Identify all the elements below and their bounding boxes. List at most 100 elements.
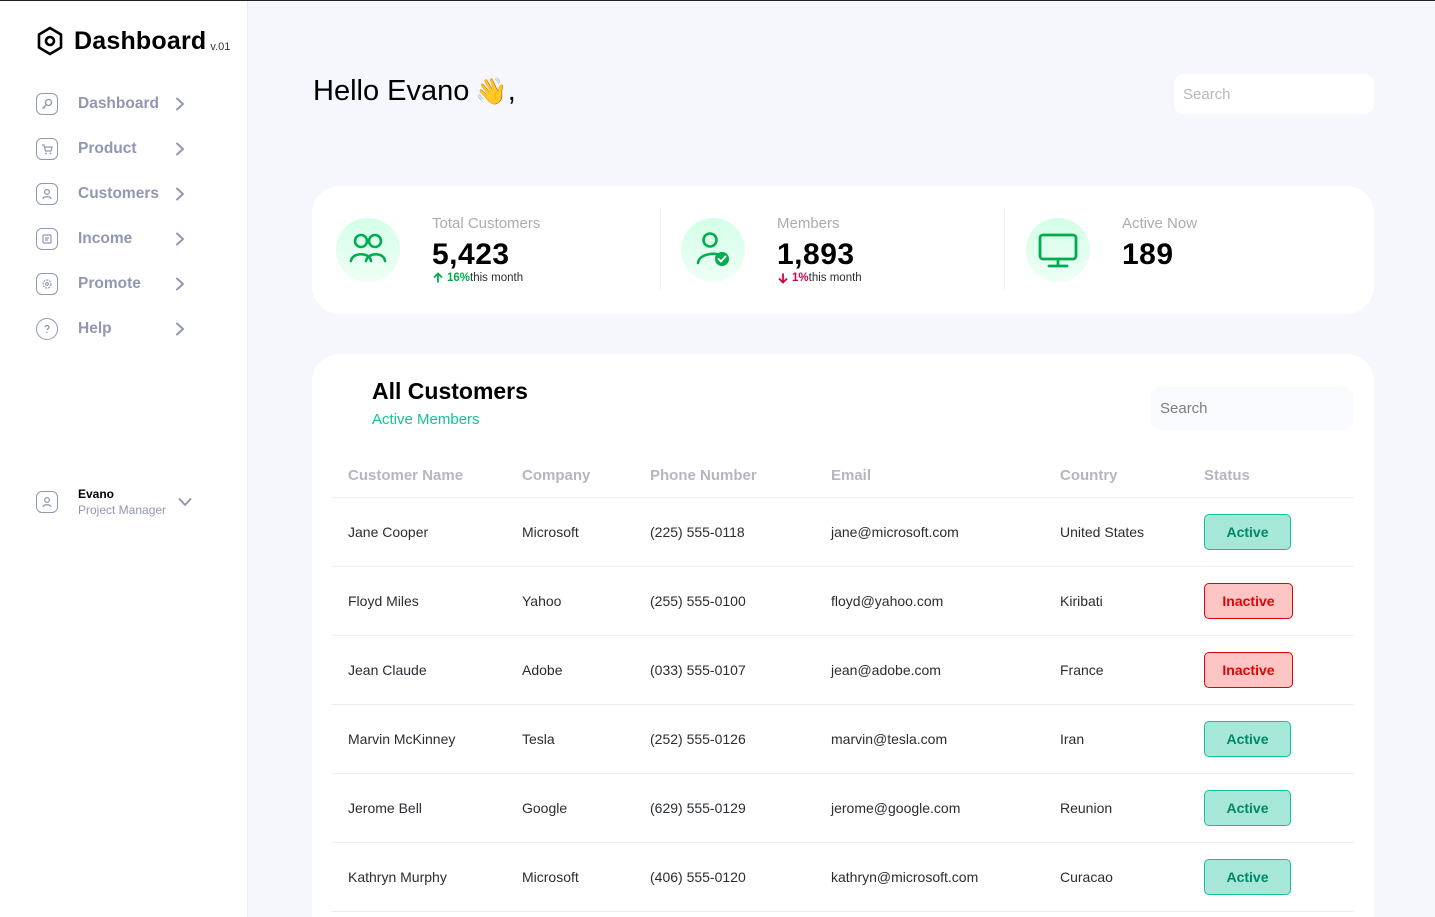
profile-text: Evano Project Manager: [78, 487, 174, 517]
page-greeting: Hello Evano 👋 ,: [313, 75, 516, 108]
column-header[interactable]: Country: [1060, 467, 1204, 484]
column-header[interactable]: Email: [831, 467, 1060, 484]
table-row[interactable]: Floyd Miles Yahoo (255) 555-0100 floyd@y…: [332, 567, 1354, 636]
cell-company: Microsoft: [522, 869, 579, 885]
sidebar: Dashboard v.01 Dashboard Product Custome…: [0, 1, 248, 917]
table-row[interactable]: Jean Claude Adobe (033) 555-0107 jean@ad…: [332, 636, 1354, 705]
stat-delta: 16% this month: [432, 272, 523, 284]
table-row[interactable]: Jerome Bell Google (629) 555-0129 jerome…: [332, 774, 1354, 843]
delta-suffix: this month: [808, 272, 862, 284]
table-header: Customer Name Company Phone Number Email…: [332, 453, 1354, 498]
cell-status: Active: [1204, 514, 1334, 550]
user-profile[interactable]: Evano Project Manager: [36, 487, 196, 517]
cell-email: jerome@google.com: [831, 800, 961, 816]
sidebar-nav: Dashboard Product Customers Income Promo…: [36, 81, 206, 351]
stat-active-now: Active Now 189: [1002, 186, 1347, 314]
cell-company: Yahoo: [522, 593, 562, 609]
brand-version: v.01: [210, 41, 231, 53]
sidebar-item-promote[interactable]: Promote: [36, 261, 206, 306]
status-badge[interactable]: Active: [1204, 721, 1291, 757]
cell-company: Microsoft: [522, 524, 579, 540]
cell-company: Google: [522, 800, 568, 816]
help-icon: [36, 317, 58, 340]
table-row[interactable]: Jane Cooper Microsoft (225) 555-0118 jan…: [332, 498, 1354, 567]
user-check-icon: [681, 218, 745, 282]
stat-value: 189: [1122, 238, 1174, 271]
cell-country: Curacao: [1060, 869, 1113, 885]
sidebar-item-help[interactable]: Help: [36, 306, 206, 351]
column-header[interactable]: Phone Number: [650, 467, 831, 484]
profile-name: Evano: [78, 487, 115, 501]
cell-country: Reunion: [1060, 800, 1113, 816]
cell-phone: (629) 555-0129: [650, 800, 746, 816]
cell-phone: (033) 555-0107: [650, 662, 746, 678]
users-icon: [336, 218, 400, 282]
cell-status: Inactive: [1204, 652, 1334, 688]
cell-name: Marvin McKinney: [348, 731, 456, 747]
chevron-down-icon[interactable]: [178, 497, 192, 507]
header-search-input[interactable]: Search: [1174, 74, 1374, 114]
cell-phone: (406) 555-0120: [650, 869, 746, 885]
cell-name: Kathryn Murphy: [348, 869, 447, 885]
stat-delta: 1% this month: [777, 272, 862, 284]
stat-label: Active Now: [1122, 215, 1198, 232]
monitor-icon: [1026, 218, 1090, 282]
sidebar-item-dashboard[interactable]: Dashboard: [36, 81, 206, 126]
cell-company: Adobe: [522, 662, 563, 678]
cell-country: France: [1060, 662, 1104, 678]
sidebar-item-label: Customers: [78, 184, 159, 202]
column-header[interactable]: Customer Name: [332, 467, 522, 484]
cell-country: United States: [1060, 524, 1145, 540]
cell-phone: (252) 555-0126: [650, 731, 746, 747]
cell-email: floyd@yahoo.com: [831, 593, 944, 609]
cell-email: kathryn@microsoft.com: [831, 869, 979, 885]
status-badge[interactable]: Inactive: [1204, 583, 1293, 619]
stat-members: Members 1,893 1% this month: [657, 186, 1002, 314]
chevron-right-icon: [176, 187, 184, 200]
stat-value: 5,423: [432, 238, 510, 271]
chevron-right-icon: [176, 97, 184, 110]
delta-value: 1%: [792, 272, 809, 284]
sidebar-item-label: Product: [78, 139, 137, 157]
table-row[interactable]: Marvin McKinney Tesla (252) 555-0126 mar…: [332, 705, 1354, 774]
chevron-right-icon: [176, 322, 184, 335]
stats-card: Total Customers 5,423 16% this month Mem…: [312, 186, 1374, 314]
stat-value: 1,893: [777, 238, 855, 271]
arrow-down-icon: [778, 273, 788, 284]
customers-search-input[interactable]: Search: [1150, 387, 1354, 430]
status-badge[interactable]: Active: [1204, 514, 1291, 550]
hexagon-logo-icon: [37, 26, 63, 56]
cell-name: Floyd Miles: [348, 593, 419, 609]
cell-email: jane@microsoft.com: [831, 524, 959, 540]
chevron-right-icon: [176, 277, 184, 290]
brand[interactable]: Dashboard v.01: [36, 26, 230, 56]
chevron-right-icon: [176, 232, 184, 245]
cell-country: Iran: [1060, 731, 1085, 747]
arrow-up-icon: [433, 272, 443, 283]
brand-title: Dashboard: [74, 27, 207, 55]
sidebar-item-customers[interactable]: Customers: [36, 171, 206, 216]
table-row[interactable]: Kathryn Murphy Microsoft (406) 555-0120 …: [332, 843, 1354, 912]
column-header[interactable]: Company: [522, 467, 650, 484]
cell-name: Jane Cooper: [348, 524, 429, 540]
sidebar-item-product[interactable]: Product: [36, 126, 206, 171]
cell-name: Jerome Bell: [348, 800, 422, 816]
sidebar-item-label: Dashboard: [78, 94, 159, 112]
status-badge[interactable]: Active: [1204, 790, 1291, 826]
sidebar-item-label: Help: [78, 319, 112, 337]
cell-status: Active: [1204, 790, 1334, 826]
delta-suffix: this month: [470, 272, 524, 284]
customers-subtitle[interactable]: Active Members: [372, 411, 480, 428]
stat-label: Members: [777, 215, 840, 232]
waving-hand-icon: 👋: [475, 76, 508, 106]
avatar: [36, 491, 58, 513]
column-header[interactable]: Status: [1204, 467, 1334, 484]
chevron-right-icon: [176, 142, 184, 155]
sidebar-item-income[interactable]: Income: [36, 216, 206, 261]
status-badge[interactable]: Active: [1204, 859, 1291, 895]
customers-card: All Customers Active Members Search Cust…: [312, 354, 1374, 917]
delta-value: 16%: [447, 272, 471, 284]
customers-title: All Customers: [372, 378, 528, 404]
status-badge[interactable]: Inactive: [1204, 652, 1293, 688]
profile-role: Project Manager: [78, 503, 167, 517]
